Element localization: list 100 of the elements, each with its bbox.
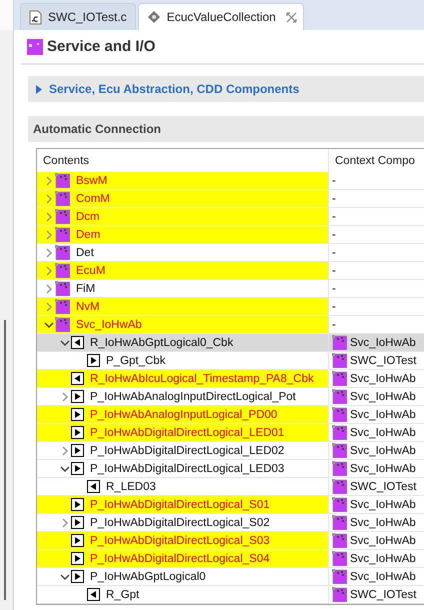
module-icon bbox=[27, 38, 43, 54]
tree-label: Dcm bbox=[75, 210, 100, 222]
tree-row[interactable]: P_IoHwAbDigitalDirectLogical_S04 Svc_IoHwAb bbox=[37, 550, 424, 568]
tree-label: P_IoHwAbAnalogInputDirectLogical_Pot bbox=[89, 390, 296, 402]
context-text: - bbox=[332, 318, 336, 330]
context-text: - bbox=[332, 210, 336, 222]
left-port-icon bbox=[87, 480, 100, 493]
right-port-icon bbox=[71, 444, 84, 457]
module-icon bbox=[55, 281, 70, 296]
module-icon bbox=[55, 245, 70, 260]
tree-row[interactable]: P_IoHwAbDigitalDirectLogical_S01 Svc_IoHwAb bbox=[37, 496, 424, 514]
tree-row[interactable]: EcuM - bbox=[37, 262, 424, 280]
right-port-icon bbox=[71, 534, 84, 547]
tree-row[interactable]: P_IoHwAbDigitalDirectLogical_LED01 Svc_IoHwAb bbox=[37, 424, 424, 442]
tree-label: P_IoHwAbDigitalDirectLogical_LED01 bbox=[89, 426, 284, 438]
tree-row[interactable]: R_IoHwAbIcuLogical_Timestamp_PA8_Cbk Svc_IoHwAb bbox=[37, 370, 424, 388]
tree-label: EcuM bbox=[75, 264, 106, 276]
context-text: Svc_IoHwAb bbox=[350, 570, 416, 582]
tree-label: BswM bbox=[75, 174, 108, 186]
context-text: Svc_IoHwAb bbox=[350, 498, 416, 510]
tree-label: P_IoHwAbDigitalDirectLogical_S01 bbox=[89, 498, 270, 510]
chevron-icon[interactable] bbox=[59, 572, 71, 582]
tree-row[interactable]: Svc_IoHwAb - bbox=[37, 316, 424, 334]
tree-label: P_IoHwAbGptLogical0 bbox=[89, 570, 206, 582]
tree-label: Dem bbox=[75, 228, 100, 240]
context-text: Svc_IoHwAb bbox=[350, 462, 416, 474]
tree-row[interactable]: Dem - bbox=[37, 226, 424, 244]
context-text: Svc_IoHwAb bbox=[350, 444, 416, 456]
right-port-icon bbox=[71, 462, 84, 475]
tree-label: FiM bbox=[75, 282, 96, 294]
tree-label: P_IoHwAbDigitalDirectLogical_S02 bbox=[89, 516, 270, 528]
tree-row[interactable]: P_IoHwAbDigitalDirectLogical_S03 Svc_IoHwAb bbox=[37, 532, 424, 550]
context-text: - bbox=[332, 246, 336, 258]
right-port-icon bbox=[71, 516, 84, 529]
tree-label: NvM bbox=[75, 300, 100, 312]
tree-row[interactable]: P_IoHwAbGptLogical0 Svc_IoHwAb bbox=[37, 568, 424, 586]
section-header[interactable]: Service, Ecu Abstraction, CDD Components bbox=[28, 76, 424, 102]
tree-row[interactable]: R_Gpt SWC_IOTest bbox=[37, 586, 424, 604]
context-text: - bbox=[332, 264, 336, 276]
tree-row[interactable]: P_IoHwAbDigitalDirectLogical_LED02 Svc_IoHwAb bbox=[37, 442, 424, 460]
context-text: Svc_IoHwAb bbox=[350, 336, 416, 348]
tree-label: P_IoHwAbDigitalDirectLogical_S04 bbox=[89, 552, 270, 564]
tree-label: R_LED03 bbox=[105, 480, 156, 492]
context-text: Svc_IoHwAb bbox=[350, 408, 416, 420]
tree-label: P_IoHwAbDigitalDirectLogical_LED02 bbox=[89, 444, 284, 456]
scrollbar-thumb[interactable] bbox=[4, 320, 6, 600]
right-port-icon bbox=[71, 498, 84, 511]
editor-title: Service and I/O bbox=[47, 38, 156, 55]
expand-icon bbox=[35, 84, 43, 94]
tree-label: P_IoHwAbDigitalDirectLogical_S03 bbox=[89, 534, 270, 546]
tree-label: Svc_IoHwAb bbox=[75, 318, 142, 330]
context-text: SWC_IOTest bbox=[350, 588, 416, 600]
module-icon bbox=[55, 263, 70, 278]
context-text: - bbox=[332, 192, 336, 204]
module-icon bbox=[55, 191, 70, 206]
context-text: - bbox=[332, 300, 336, 312]
tree-label: P_IoHwAbDigitalDirectLogical_LED03 bbox=[89, 462, 284, 474]
context-text: Svc_IoHwAb bbox=[350, 534, 416, 546]
tree-row[interactable]: R_IoHwAbGptLogical0_Cbk Svc_IoHwAb bbox=[37, 334, 424, 352]
module-icon bbox=[55, 209, 70, 224]
context-text: Svc_IoHwAb bbox=[350, 516, 416, 528]
module-icon bbox=[55, 299, 70, 314]
section-header: Automatic Connection bbox=[28, 116, 424, 142]
context-text: - bbox=[332, 282, 336, 294]
tree-row[interactable]: NvM - bbox=[37, 298, 424, 316]
left-port-icon bbox=[71, 336, 84, 349]
context-text: Svc_IoHwAb bbox=[350, 552, 416, 564]
right-port-icon bbox=[71, 408, 84, 421]
chevron-icon[interactable] bbox=[43, 320, 55, 330]
c-file-icon bbox=[29, 10, 42, 24]
tree-label: Det bbox=[75, 246, 94, 258]
module-icon bbox=[55, 227, 70, 242]
context-text: Svc_IoHwAb bbox=[350, 372, 416, 384]
context-text: - bbox=[332, 228, 336, 240]
context-text: SWC_IOTest bbox=[350, 480, 416, 492]
right-port-icon bbox=[71, 552, 84, 565]
context-text: - bbox=[332, 174, 336, 186]
column-header[interactable]: Context Compo bbox=[329, 149, 424, 172]
module-icon bbox=[55, 317, 70, 332]
tree-row[interactable]: P_IoHwAbDigitalDirectLogical_LED03 Svc_IoHwAb bbox=[37, 460, 424, 478]
left-port-icon bbox=[71, 372, 84, 385]
tree-label: ComM bbox=[75, 192, 110, 204]
context-text: Svc_IoHwAb bbox=[350, 390, 416, 402]
editor-tab[interactable]: EcucValueCollection bbox=[138, 3, 304, 30]
chevron-icon[interactable] bbox=[59, 338, 71, 348]
module-icon bbox=[55, 173, 70, 188]
right-port-icon bbox=[71, 570, 84, 583]
right-port-icon bbox=[87, 354, 100, 367]
right-port-icon bbox=[71, 426, 84, 439]
tree-row[interactable]: Dcm - bbox=[37, 208, 424, 226]
chevron-icon[interactable] bbox=[59, 464, 71, 474]
tree-row[interactable]: ComM - bbox=[37, 190, 424, 208]
diamond-icon bbox=[146, 10, 161, 24]
editor-tab[interactable]: SWC_IOTest.c bbox=[20, 3, 136, 30]
tree-row[interactable]: BswM - bbox=[37, 172, 424, 190]
tree-label: R_IoHwAbIcuLogical_Timestamp_PA8_Cbk bbox=[89, 372, 314, 384]
tree-row[interactable]: P_IoHwAbAnalogInputLogical_PD00 Svc_IoHwAb bbox=[37, 406, 424, 424]
context-text: SWC_IOTest bbox=[350, 354, 416, 366]
tree-label: R_Gpt bbox=[105, 588, 140, 600]
tree-label: P_IoHwAbAnalogInputLogical_PD00 bbox=[89, 408, 278, 420]
